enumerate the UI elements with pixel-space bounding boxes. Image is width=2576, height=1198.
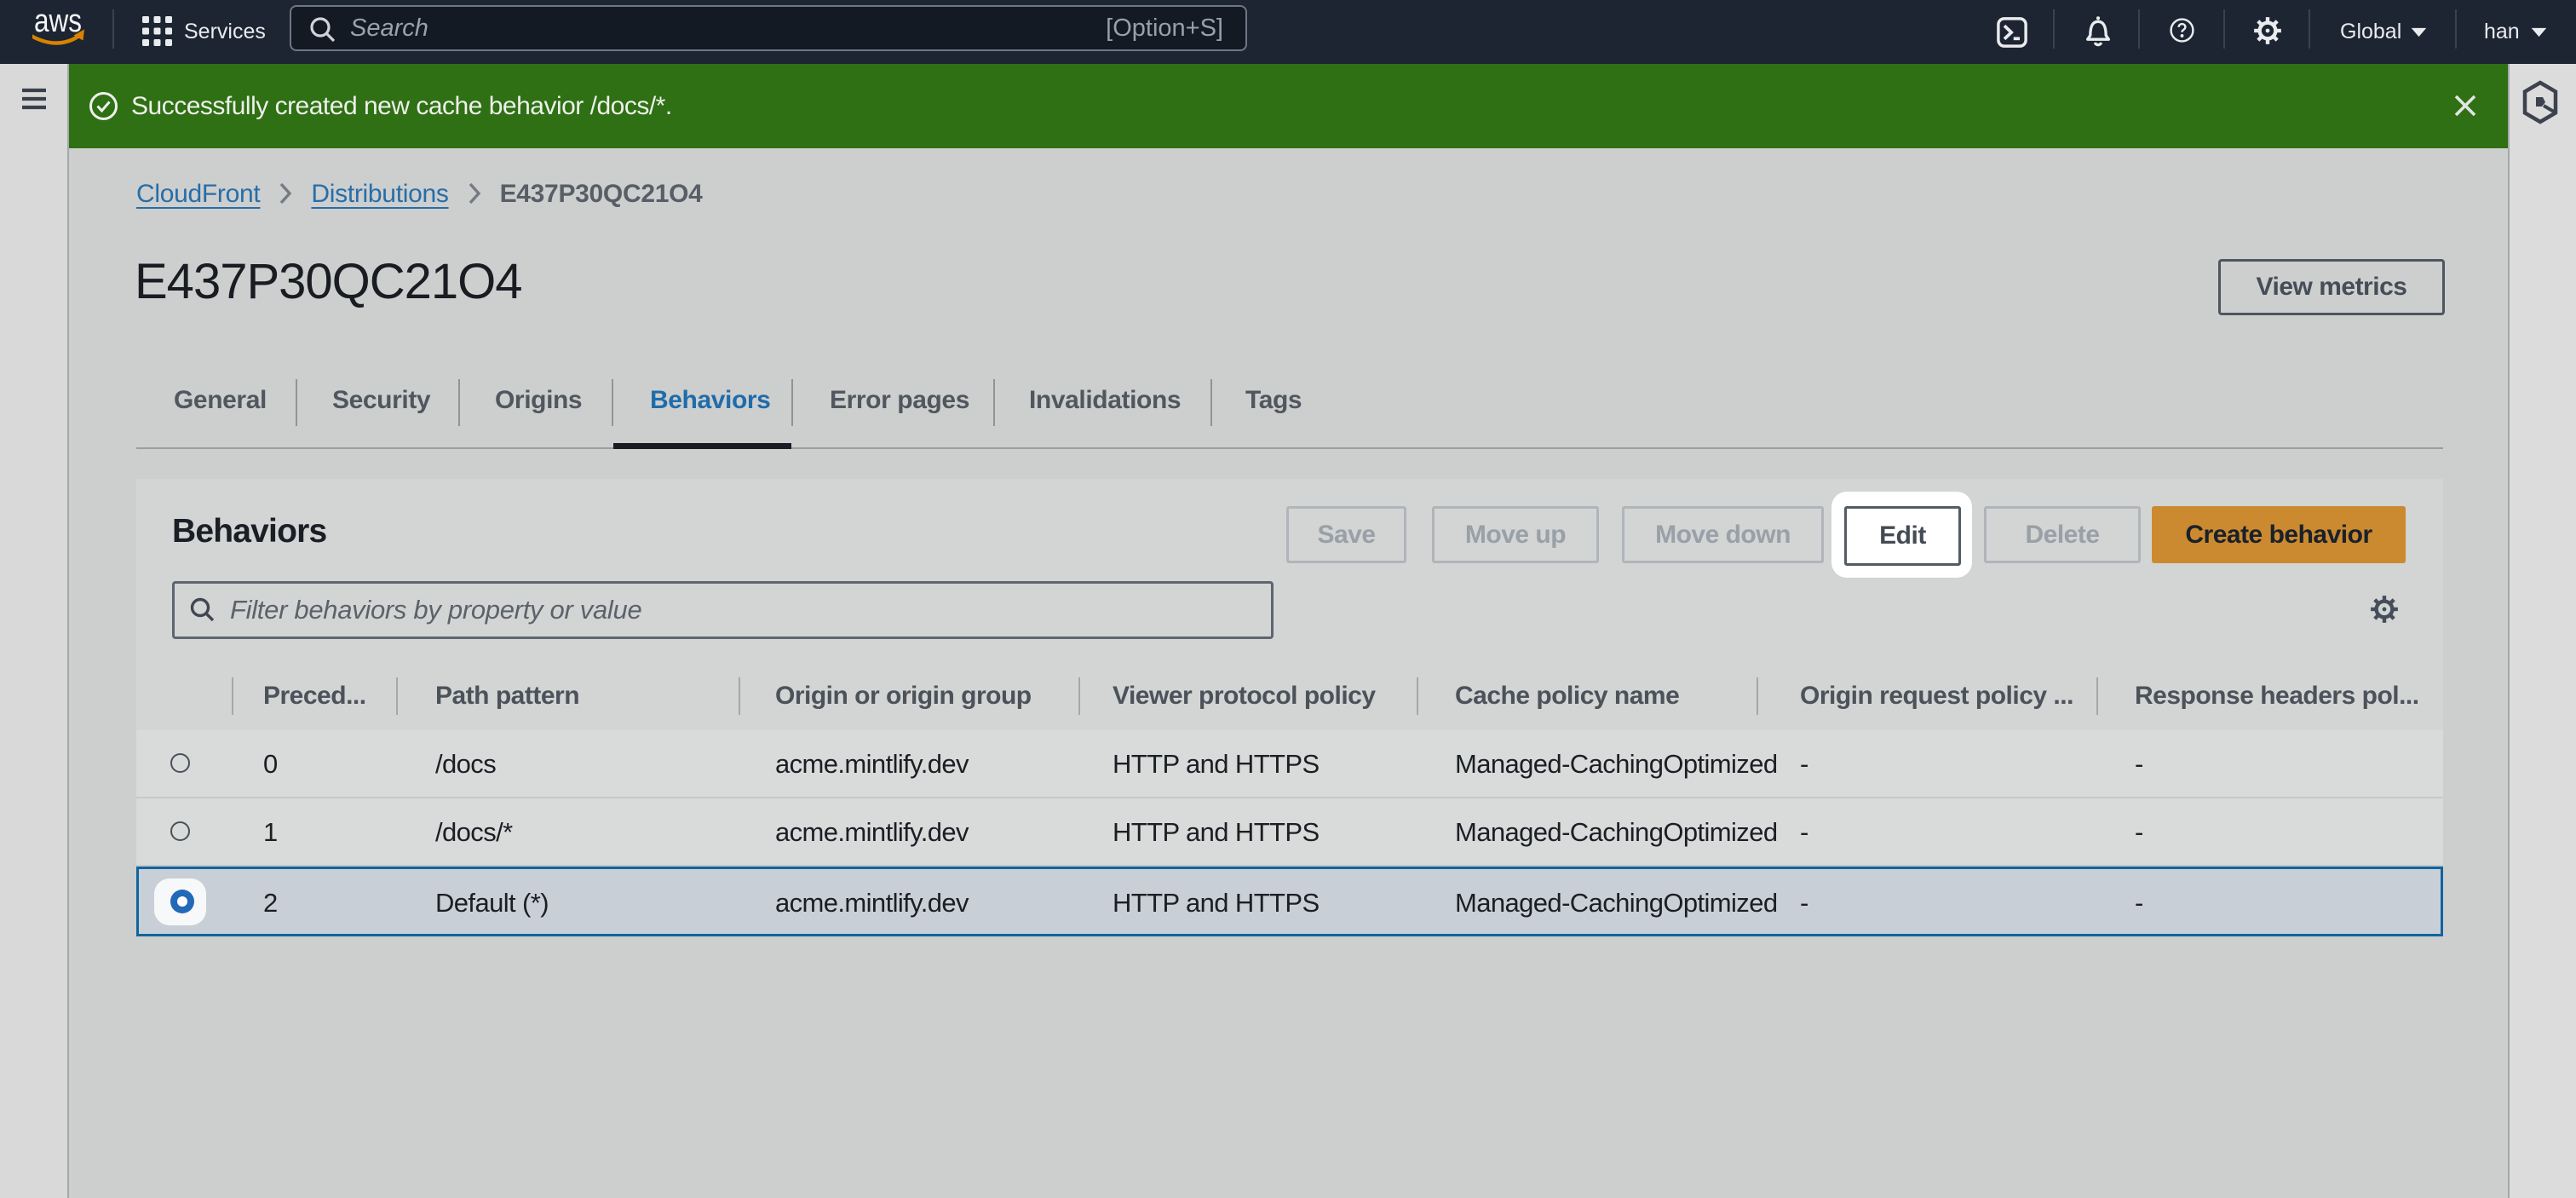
svg-text:aws: aws: [34, 7, 82, 39]
